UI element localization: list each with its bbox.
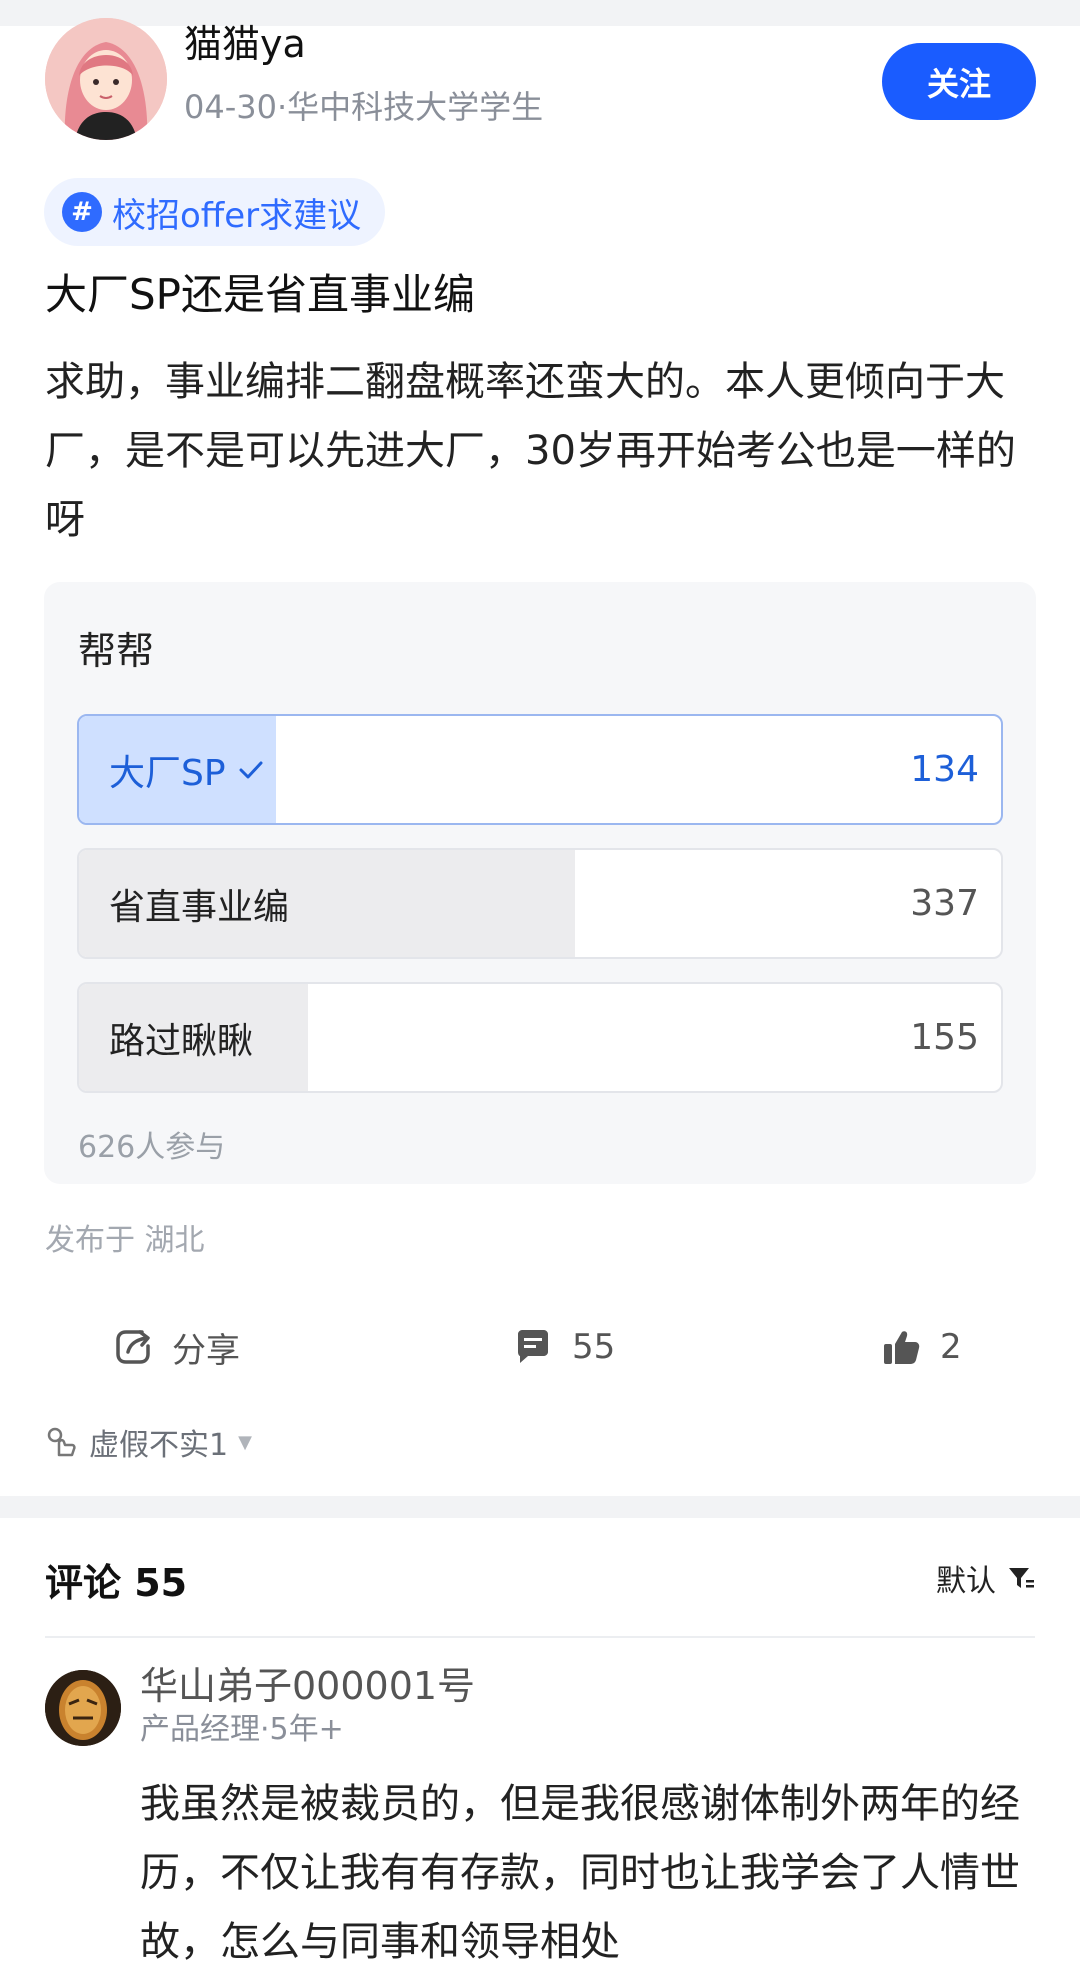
commenter-name[interactable]: 华山弟子000001号 [140,1664,475,1710]
comments-header: 评论 55 [45,1561,188,1605]
comment-count: 55 [572,1327,616,1367]
like-button[interactable]: 2 [880,1322,962,1372]
poll-option-count: 155 [910,1017,979,1058]
share-button[interactable]: 分享 [112,1322,240,1372]
thumbs-up-icon [884,1331,920,1364]
author-name[interactable]: 猫猫ya [184,22,306,68]
poll-option-3[interactable]: 路过瞅瞅 155 [77,982,1003,1093]
check-icon [239,761,263,778]
poll-option-label: 大厂SP [109,752,226,794]
like-count: 2 [940,1327,962,1367]
meta-separator: · [276,88,288,126]
poll-option-label: 路过瞅瞅 [109,1020,254,1062]
post-location: 发布于 湖北 [45,1223,205,1258]
poll-option-count: 337 [910,883,979,924]
share-label: 分享 [172,1330,240,1371]
reaction-label: 虚假不实1 [89,1428,229,1463]
poll-card: 帮帮 大厂SP 134 省直事业编 337 路过瞅瞅 155 626人参与 [44,582,1036,1184]
post-title: 大厂SP还是省直事业编 [45,270,475,319]
author-identity: 华中科技大学学生 [287,88,544,126]
commenter-avatar[interactable] [45,1670,121,1746]
top-status-strip [0,0,1080,26]
author-avatar[interactable] [45,18,167,140]
sort-label: 默认 [936,1564,996,1599]
reaction-tag[interactable]: 虚假不实1 ▼ [45,1420,252,1464]
comments-divider [45,1636,1035,1638]
topic-label: 校招offer求建议 [112,195,362,236]
poll-option-2[interactable]: 省直事业编 337 [77,848,1003,959]
comment-icon [518,1330,548,1363]
poll-option-1[interactable]: 大厂SP 134 [77,714,1003,825]
comment-button[interactable]: 55 [512,1322,615,1372]
post-date: 04-30 [184,88,277,126]
poll-option-label: 省直事业编 [109,886,290,928]
poll-option-count: 134 [910,749,979,790]
caret-down-icon: ▼ [238,1431,252,1453]
author-meta: 04-30 · 华中科技大学学生 [184,88,543,126]
topic-tag[interactable]: # 校招offer求建议 [44,178,386,246]
follow-button[interactable]: 关注 [882,43,1036,120]
reaction-icon [47,1427,76,1457]
poll-participants: 626人参与 [78,1130,226,1165]
commenter-meta: 产品经理·5年+ [140,1712,344,1747]
filter-icon [1009,1568,1034,1588]
poll-title: 帮帮 [78,629,155,673]
comment-text: 我虽然是被裁员的，但是我很感谢体制外两年的经历，不仅让我有有存款，同时也让我学会… [140,1781,1020,1965]
comment-sort-control[interactable]: 默认 [936,1556,1036,1600]
hash-icon: # [62,192,102,232]
post-body: 求助，事业编排二翻盘概率还蛮大的。本人更倾向于大厂，是不是可以先进大厂，30岁再… [45,359,1016,543]
share-icon [116,1330,150,1364]
section-divider [0,1496,1080,1518]
